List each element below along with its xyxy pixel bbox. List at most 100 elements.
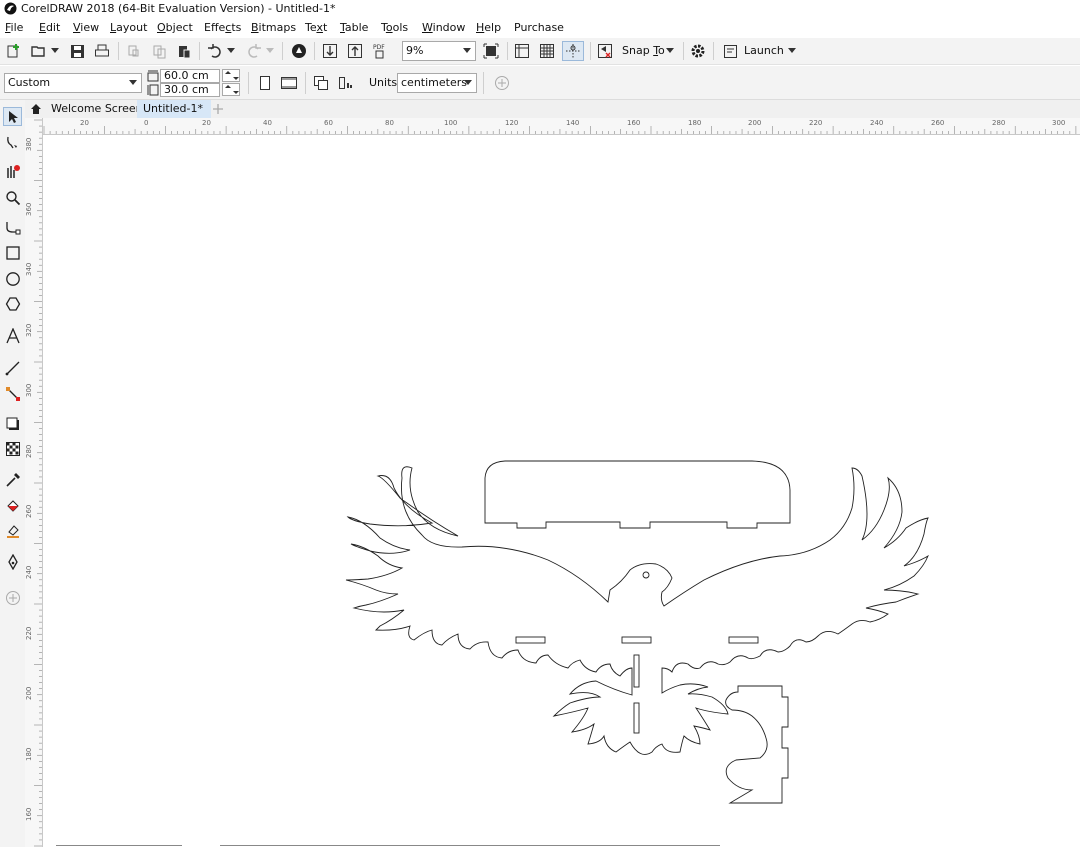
snap-to-chevron-down-icon[interactable] bbox=[664, 41, 676, 61]
vertical-ruler[interactable]: 380 360 340 320 300 280 260 240 220 200 … bbox=[25, 118, 43, 847]
freehand-tool-icon[interactable] bbox=[3, 218, 22, 237]
ruler-label: 0 bbox=[144, 119, 149, 127]
menu-text[interactable]: Text bbox=[305, 21, 327, 34]
new-document-icon[interactable] bbox=[4, 41, 24, 61]
crop-tool-icon[interactable] bbox=[3, 162, 22, 181]
publish-pdf-icon[interactable]: PDF bbox=[370, 41, 392, 61]
guidelines-icon[interactable] bbox=[562, 41, 584, 61]
toolbar-separator bbox=[507, 42, 508, 60]
page-width-spinner[interactable] bbox=[222, 69, 240, 82]
page-width-field[interactable]: 60.0 cm bbox=[160, 69, 220, 83]
ruler-label: 80 bbox=[385, 119, 394, 127]
current-page-icon[interactable] bbox=[336, 73, 356, 93]
smart-fill-tool-icon[interactable] bbox=[3, 521, 22, 540]
menu-file[interactable]: File bbox=[5, 21, 23, 34]
menu-window[interactable]: Window bbox=[422, 21, 465, 34]
eagle-silhouette bbox=[345, 466, 929, 755]
landscape-orientation-icon[interactable] bbox=[278, 73, 300, 93]
outline-pen-tool-icon[interactable] bbox=[3, 552, 22, 571]
connector-tool-icon[interactable] bbox=[3, 384, 22, 403]
page-height-field[interactable]: 30.0 cm bbox=[160, 83, 220, 97]
plus-icon[interactable] bbox=[211, 102, 225, 116]
portrait-orientation-icon[interactable] bbox=[256, 73, 274, 93]
ellipse-tool-icon[interactable] bbox=[3, 269, 22, 288]
add-property-plus-icon[interactable] bbox=[492, 73, 512, 93]
undo-dropdown-chevron-down-icon[interactable] bbox=[226, 41, 236, 61]
launch-chevron-down-icon[interactable] bbox=[786, 41, 798, 61]
snap-icon[interactable] bbox=[595, 41, 615, 61]
import-icon[interactable] bbox=[320, 41, 340, 61]
pick-tool-icon[interactable] bbox=[3, 107, 22, 126]
rulers-icon[interactable] bbox=[512, 41, 532, 61]
units-combo[interactable]: centimeters bbox=[397, 73, 477, 93]
parallel-dimension-tool-icon[interactable] bbox=[3, 358, 22, 377]
save-icon[interactable] bbox=[67, 41, 87, 61]
transparency-tool-icon[interactable] bbox=[3, 439, 22, 458]
ruler-label: 100 bbox=[444, 119, 458, 127]
units-value: centimeters bbox=[401, 76, 467, 89]
print-icon[interactable] bbox=[92, 41, 112, 61]
menu-edit[interactable]: Edit bbox=[39, 21, 60, 34]
menu-bitmaps[interactable]: Bitmaps bbox=[251, 21, 296, 34]
search-content-icon[interactable] bbox=[289, 41, 309, 61]
full-screen-icon[interactable] bbox=[481, 41, 501, 61]
redo-icon[interactable] bbox=[244, 41, 264, 61]
shape-tool-icon[interactable] bbox=[3, 133, 22, 152]
polygon-tool-icon[interactable] bbox=[3, 294, 22, 313]
paste-icon[interactable] bbox=[174, 41, 194, 61]
copy-icon[interactable] bbox=[149, 41, 169, 61]
ruler-label: 240 bbox=[870, 119, 884, 127]
redo-dropdown-chevron-down-icon[interactable] bbox=[265, 41, 275, 61]
menu-bar: File Edit View Layout Object Effects Bit… bbox=[0, 18, 1080, 38]
menu-purchase[interactable]: Purchase bbox=[514, 21, 564, 34]
zoom-tool-icon[interactable] bbox=[3, 188, 22, 207]
open-dropdown-chevron-down-icon[interactable] bbox=[49, 41, 61, 61]
grid-icon[interactable] bbox=[537, 41, 557, 61]
menu-effects[interactable]: Effects bbox=[204, 21, 241, 34]
ruler-label: 300 bbox=[1052, 119, 1066, 127]
eyedropper-tool-icon[interactable] bbox=[3, 470, 22, 489]
body-slot-lower bbox=[633, 702, 640, 734]
horizontal-ruler[interactable]: 20 0 20 40 60 80 100 120 140 160 180 200… bbox=[42, 118, 1080, 135]
pdf-label: PDF bbox=[373, 44, 385, 51]
toolbar-separator bbox=[282, 42, 283, 60]
canvas-bottom-guide-right bbox=[220, 845, 720, 846]
interactive-fill-tool-icon[interactable] bbox=[3, 496, 22, 515]
rectangle-tool-icon[interactable] bbox=[3, 243, 22, 262]
stand-top-plate bbox=[484, 460, 791, 529]
toolbar-separator bbox=[305, 72, 306, 94]
snap-to-button[interactable]: Snap To bbox=[622, 44, 665, 57]
menu-tools[interactable]: Tools bbox=[381, 21, 408, 34]
menu-view[interactable]: View bbox=[73, 21, 99, 34]
drop-shadow-tool-icon[interactable] bbox=[3, 414, 22, 433]
ruler-label: 20 bbox=[80, 119, 89, 127]
zoom-level-combo[interactable]: 9% bbox=[402, 41, 476, 61]
menu-layout[interactable]: Layout bbox=[110, 21, 147, 34]
open-folder-icon[interactable] bbox=[29, 41, 49, 61]
menu-table[interactable]: Table bbox=[340, 21, 368, 34]
page-size-preset-combo[interactable]: Custom bbox=[4, 73, 142, 93]
text-tool-icon[interactable] bbox=[3, 326, 22, 345]
launch-button[interactable]: Launch bbox=[744, 44, 784, 57]
ruler-label: 220 bbox=[25, 626, 33, 640]
drawing-canvas[interactable] bbox=[43, 135, 1080, 847]
cut-icon[interactable] bbox=[124, 41, 144, 61]
gear-icon[interactable] bbox=[688, 41, 708, 61]
all-pages-icon[interactable] bbox=[311, 73, 331, 93]
zoom-chevron-down-icon bbox=[461, 42, 473, 60]
tab-welcome-screen[interactable]: Welcome Screen bbox=[47, 100, 147, 118]
tab-untitled-1[interactable]: Untitled-1* bbox=[137, 100, 211, 118]
launch-icon[interactable] bbox=[720, 41, 740, 61]
wing-slot-center bbox=[621, 636, 652, 644]
home-icon[interactable] bbox=[29, 102, 43, 116]
ruler-label: 260 bbox=[931, 119, 945, 127]
export-icon[interactable] bbox=[345, 41, 365, 61]
undo-icon[interactable] bbox=[205, 41, 225, 61]
menu-object[interactable]: Object bbox=[157, 21, 193, 34]
page-width-icon bbox=[146, 69, 159, 82]
add-tool-plus-icon[interactable] bbox=[3, 588, 22, 607]
toolbar-separator bbox=[590, 42, 591, 60]
page-height-spinner[interactable] bbox=[222, 83, 240, 96]
eagle-stand-artwork[interactable] bbox=[43, 135, 1080, 847]
menu-help[interactable]: Help bbox=[476, 21, 501, 34]
